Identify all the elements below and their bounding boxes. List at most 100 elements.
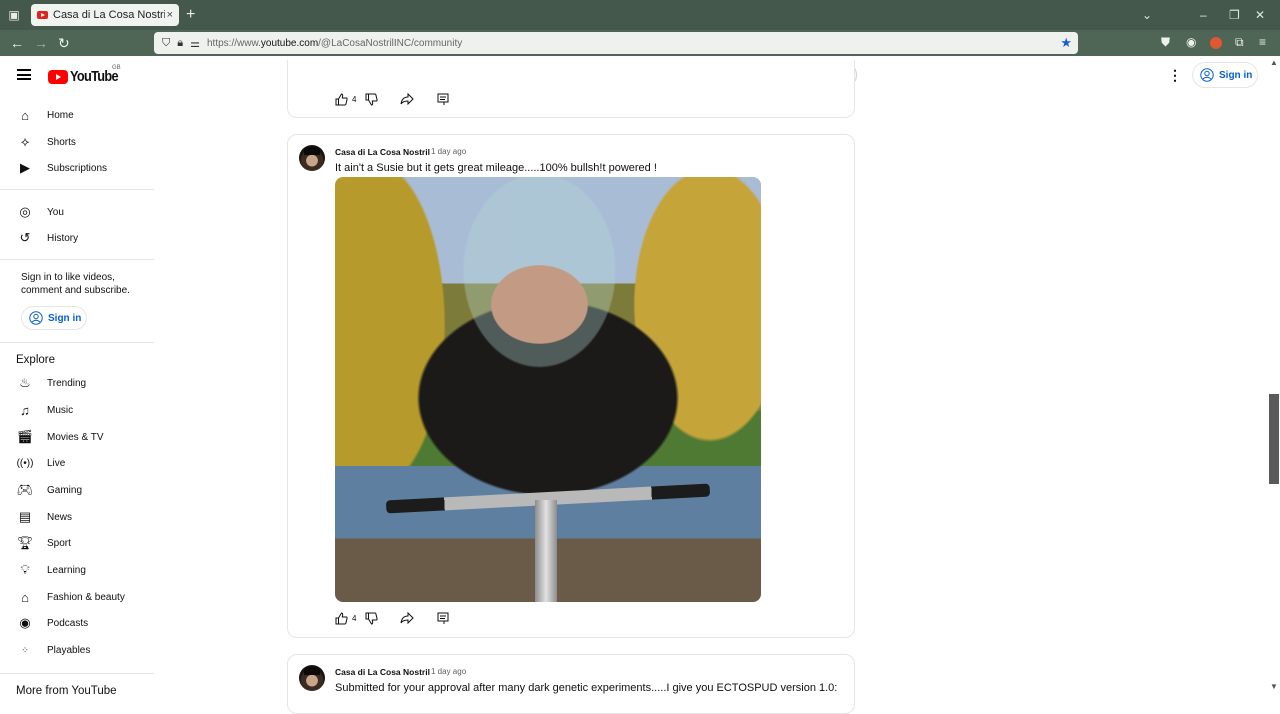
bookmark-star-icon[interactable]: ★ — [1060, 35, 1072, 51]
sidebar-item-music[interactable]: ♫ Music — [0, 397, 154, 423]
comment-button[interactable] — [437, 612, 449, 625]
sidebar-item-learning[interactable]: 💡︎ Learning — [0, 557, 154, 583]
like-button[interactable]: 4 — [335, 92, 356, 106]
dislike-button[interactable] — [365, 93, 379, 106]
url-prefix: https://www. — [206, 37, 261, 49]
app-menu-icon[interactable]: ≡ — [1259, 35, 1266, 49]
list-all-tabs-icon[interactable]: ⌄ — [1142, 6, 1152, 24]
thumbs-down-icon — [365, 93, 379, 106]
restore-icon[interactable]: ❐ — [1229, 6, 1240, 24]
sidebar-item-you[interactable]: ◎ You — [0, 199, 154, 225]
sidebar-item-shorts[interactable]: ⟡ Shorts — [0, 129, 154, 155]
youtube-logo[interactable]: YouTube GB — [48, 65, 126, 85]
thumbs-up-icon — [335, 92, 348, 105]
close-window-icon[interactable]: ✕ — [1255, 6, 1265, 24]
news-icon: ▤ — [18, 509, 32, 524]
channel-avatar[interactable] — [299, 145, 325, 171]
sign-in-button[interactable]: Sign in — [1192, 62, 1258, 88]
post-author[interactable]: Casa di La Cosa Nostril — [335, 667, 430, 677]
sidebar-divider — [0, 673, 154, 674]
reload-icon[interactable]: ↻ — [58, 34, 70, 52]
sidebar-item-playables[interactable]: ⁘ Playables — [0, 637, 154, 663]
account-circle-icon — [1200, 68, 1214, 82]
comment-button[interactable] — [437, 93, 449, 106]
movies-icon: 🎬︎ — [16, 429, 34, 444]
post-image[interactable] — [335, 177, 761, 602]
hanger-icon: ⌂ — [21, 589, 29, 605]
thumbs-down-icon — [365, 612, 379, 625]
address-bar[interactable]: ⛉ 🔒︎ ⚌ https://www. youtube.com/@LaCosaNo… — [154, 32, 1078, 54]
sidebar-item-label: Podcasts — [47, 617, 89, 629]
sidebar-item-live[interactable]: ((•)) Live — [0, 450, 154, 476]
page-scrollbar[interactable]: ▲ ▼ — [1268, 56, 1280, 694]
shorts-icon: ⟡ — [20, 134, 30, 149]
more-from-youtube-heading: More from YouTube — [16, 685, 117, 697]
sidebar-item-trending[interactable]: ♨ Trending — [0, 370, 154, 396]
post-time[interactable]: 1 day ago — [431, 667, 466, 676]
youtube-wordmark: YouTube — [70, 68, 119, 85]
community-post: Casa di La Cosa Nostril 1 day ago It ain… — [287, 134, 855, 638]
sidebar-item-gaming[interactable]: 🎮︎ Gaming — [0, 477, 154, 503]
subscriptions-icon: ▶︎ — [20, 160, 30, 175]
post-time[interactable]: 1 day ago — [431, 147, 466, 156]
like-count: 4 — [352, 613, 357, 623]
channel-avatar[interactable] — [299, 665, 325, 691]
sidebar-sign-in-button[interactable]: Sign in — [21, 306, 87, 330]
sidebar-item-label: Live — [47, 457, 66, 469]
url-host: youtube.com — [260, 37, 319, 49]
dislike-button[interactable] — [365, 612, 379, 625]
shield-icon[interactable]: ⛉ — [162, 37, 170, 50]
tab-close-icon[interactable]: × — [167, 9, 173, 21]
sidebar-divider — [0, 259, 154, 260]
pocket-icon[interactable]: ⛊ — [1161, 35, 1170, 50]
account-icon: ◎ — [19, 204, 31, 219]
scroll-down-icon[interactable]: ▼ — [1270, 682, 1278, 691]
sidebar-item-label: Movies & TV — [47, 431, 104, 443]
post-text: It ain't a Susie but it gets great milea… — [335, 162, 657, 174]
share-button[interactable] — [400, 93, 415, 105]
sidebar-item-fashion-beauty[interactable]: ⌂ Fashion & beauty — [0, 584, 154, 610]
gaming-icon: 🎮︎ — [16, 482, 34, 497]
sidebar-item-history[interactable]: ↺ History — [0, 225, 154, 251]
scrollbar-thumb[interactable] — [1269, 394, 1279, 484]
sidebar-item-podcasts[interactable]: ◉ Podcasts — [0, 610, 154, 636]
minimize-icon[interactable]: – — [1200, 6, 1207, 24]
post-author[interactable]: Casa di La Cosa Nostril — [335, 147, 430, 157]
back-icon[interactable]: ← — [10, 34, 24, 52]
scroll-up-icon[interactable]: ▲ — [1270, 58, 1278, 67]
hamburger-menu-icon[interactable] — [17, 69, 31, 80]
browser-tab-active[interactable]: Casa di La Cosa Nostril - YouTu × — [31, 4, 179, 26]
sidebar-item-label: Fashion & beauty — [47, 591, 125, 603]
new-tab-button[interactable]: + — [186, 5, 195, 25]
tab-list-icon[interactable]: ▣ — [6, 7, 22, 23]
duckduckgo-extension-icon[interactable] — [1210, 37, 1222, 49]
history-icon: ↺ — [19, 230, 31, 245]
sidebar-item-news[interactable]: ▤ News — [0, 504, 154, 530]
sidebar-item-movies-tv[interactable]: 🎬︎ Movies & TV — [0, 424, 154, 450]
sidebar-item-label: Trending — [47, 377, 87, 389]
share-button[interactable] — [400, 612, 415, 624]
sidebar-item-label: Shorts — [47, 136, 76, 148]
comment-icon — [437, 93, 449, 105]
settings-more-icon[interactable]: ⋮ — [1168, 67, 1182, 83]
sidebar-item-subscriptions[interactable]: ▶︎ Subscriptions — [0, 155, 154, 181]
sidebar-item-label: Playables — [47, 644, 91, 656]
lock-icon[interactable]: 🔒︎ — [177, 37, 183, 50]
account-icon[interactable]: ◉ — [1186, 35, 1196, 49]
extensions-icon[interactable]: ⧉ — [1235, 35, 1244, 50]
youtube-favicon-icon — [37, 11, 48, 19]
post-actions: 4 — [335, 609, 449, 627]
sidebar-item-label: Gaming — [47, 484, 83, 496]
sidebar: ⌂ Home ⟡ Shorts ▶︎ Subscriptions ◎ You ↺ Hist… — [0, 94, 160, 697]
sidebar-divider — [0, 342, 154, 343]
forward-icon[interactable]: → — [34, 34, 48, 52]
like-button[interactable]: 4 — [335, 611, 357, 625]
community-post: 4 — [287, 60, 855, 118]
community-post: Casa di La Cosa Nostril 1 day ago Submit… — [287, 654, 855, 714]
sidebar-item-label: History — [47, 232, 79, 244]
sidebar-item-sport[interactable]: 🏆︎ Sport — [0, 530, 154, 556]
sidebar-item-label: Music — [47, 404, 74, 416]
account-circle-icon — [29, 311, 43, 325]
sidebar-item-home[interactable]: ⌂ Home — [0, 102, 154, 128]
permissions-icon[interactable]: ⚌ — [190, 37, 200, 50]
